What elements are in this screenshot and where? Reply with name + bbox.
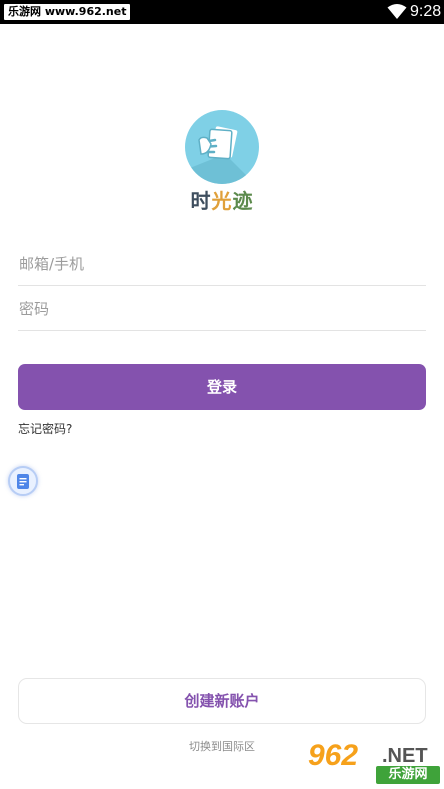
watermark-number: 962: [308, 739, 359, 772]
brand-name-char: 迹: [232, 189, 254, 213]
app-logo: [185, 110, 259, 184]
hand-holding-paper-icon: [185, 126, 259, 184]
brand-name-char: 光: [211, 189, 233, 213]
password-input[interactable]: [18, 287, 426, 330]
watermark-site-name: 乐游网: [376, 766, 440, 784]
wifi-icon: [387, 3, 407, 20]
create-account-button[interactable]: 创建新账户: [18, 678, 426, 724]
login-button[interactable]: 登录: [18, 364, 426, 410]
brand-name-char: 时: [190, 189, 212, 213]
password-field[interactable]: [18, 287, 426, 331]
document-icon: [17, 474, 29, 489]
email-input[interactable]: [18, 242, 426, 285]
status-watermark: 乐游网 www.962.net: [4, 4, 131, 20]
status-bar: 乐游网 www.962.net 9:28: [0, 0, 444, 24]
site-watermark: 962 .NET 乐游网: [306, 740, 440, 786]
floating-document-button[interactable]: [8, 466, 38, 496]
watermark-suffix: .NET: [382, 745, 428, 767]
brand-name: 时光迹: [181, 189, 263, 213]
status-time: 9:28: [410, 3, 442, 20]
forgot-password-link[interactable]: 忘记密码?: [18, 421, 72, 437]
email-field[interactable]: [18, 242, 426, 286]
